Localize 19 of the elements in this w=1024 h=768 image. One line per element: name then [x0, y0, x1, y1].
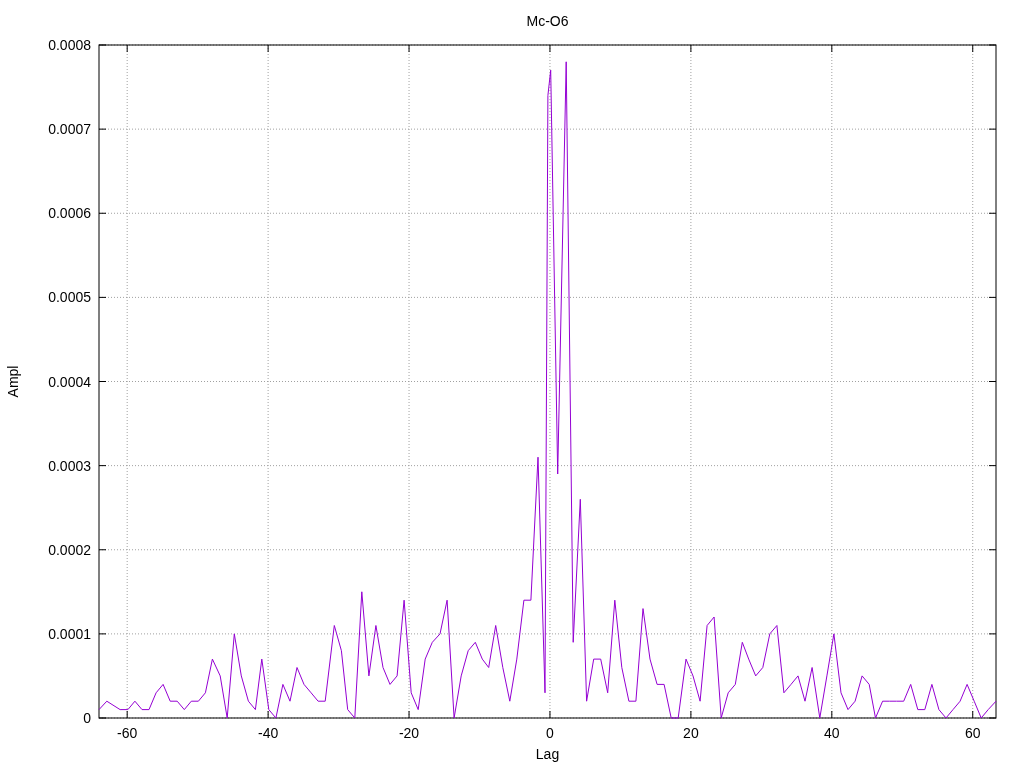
x-tick-label: -60 [117, 725, 138, 741]
y-tick-label: 0.0006 [48, 205, 91, 222]
chart-title: Mc-O6 [526, 13, 569, 29]
x-tick-label: -20 [398, 725, 420, 741]
y-tick-label: 0.0002 [48, 541, 91, 558]
x-tick-label: 20 [683, 725, 699, 741]
y-tick-label: 0.0003 [48, 457, 91, 474]
y-tick-label: 0.0004 [48, 373, 91, 390]
x-tick-label: 40 [824, 725, 840, 741]
y-tick-label: 0.0008 [48, 37, 91, 53]
y-tick-label: 0.0005 [48, 289, 91, 306]
x-axis-label: Lag [535, 746, 560, 762]
y-tick-label: 0.0001 [48, 625, 91, 642]
x-tick-label: 60 [964, 725, 981, 741]
x-tick-label: -40 [258, 725, 279, 741]
y-tick-label: 0.0007 [48, 121, 91, 138]
y-tick-label: 0 [83, 710, 91, 726]
y-axis-label: Ampl [5, 365, 21, 398]
x-tick-label: 0 [546, 725, 554, 741]
